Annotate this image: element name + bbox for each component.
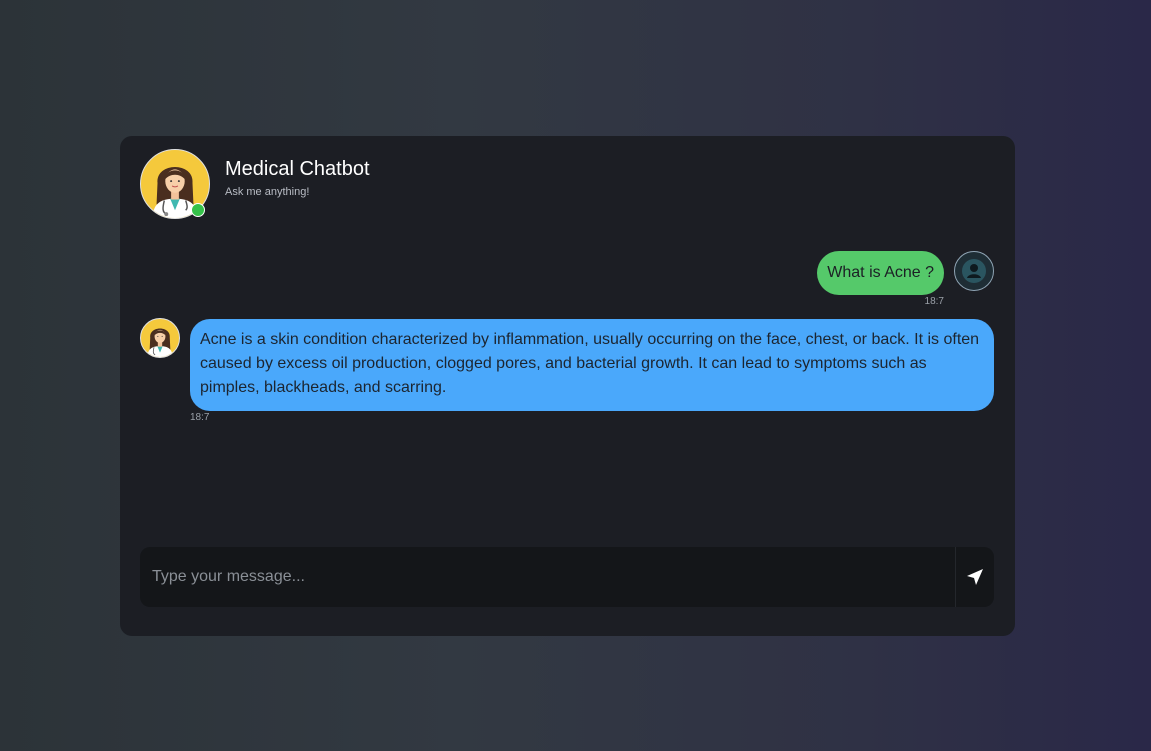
- send-icon: [967, 569, 983, 585]
- doctor-icon: [147, 328, 173, 357]
- online-status-dot: [191, 203, 205, 217]
- chat-window: Medical Chatbot Ask me anything! What is…: [120, 136, 1015, 636]
- chat-title: Medical Chatbot: [225, 158, 370, 180]
- user-message-row: What is Acne ?: [817, 251, 994, 295]
- user-message-time: 18:7: [924, 296, 944, 307]
- message-input-bar: [140, 547, 994, 607]
- bot-message-avatar: [140, 318, 180, 358]
- chat-header: Medical Chatbot Ask me anything!: [140, 149, 370, 219]
- user-icon: [962, 259, 986, 283]
- message-input[interactable]: [140, 547, 955, 607]
- bot-avatar: [140, 149, 210, 219]
- bot-message-time: 18:7: [190, 412, 210, 423]
- user-message-bubble: What is Acne ?: [817, 251, 944, 295]
- chat-subtitle: Ask me anything!: [225, 186, 310, 198]
- bot-message-bubble: Acne is a skin condition characterized b…: [190, 319, 994, 411]
- send-button[interactable]: [955, 547, 994, 607]
- user-avatar: [954, 251, 994, 291]
